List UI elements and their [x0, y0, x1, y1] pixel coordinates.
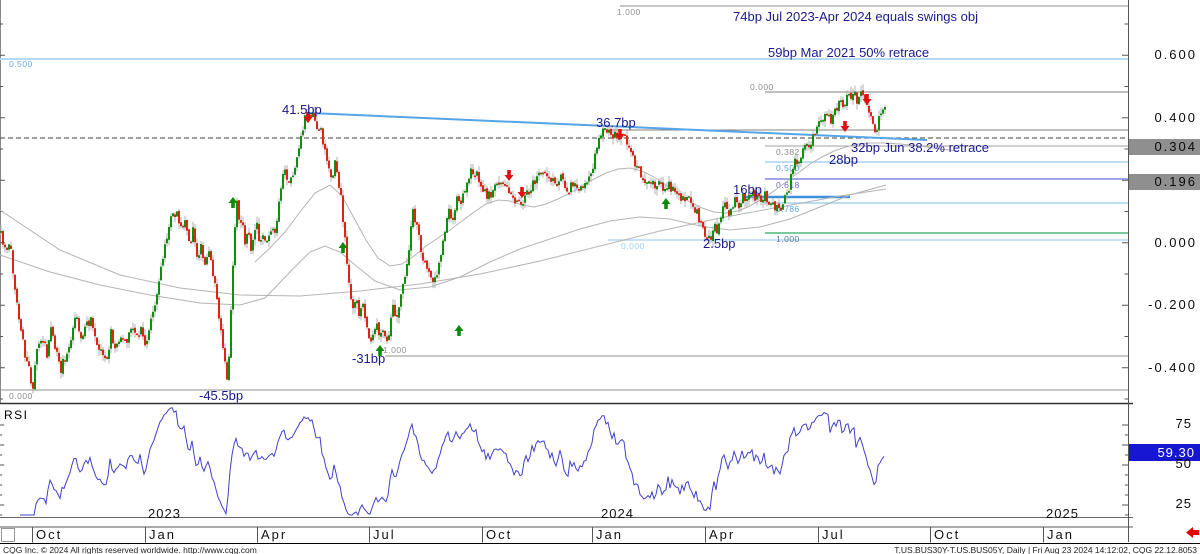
sell-arrow-icon	[863, 94, 872, 105]
corner-resize-box[interactable]	[2, 529, 15, 542]
annotation-label: 36.7bp	[596, 116, 636, 130]
fib-level-label: 1.000	[776, 234, 800, 244]
rsi-panel-title: RSI	[4, 409, 29, 422]
symbol-status-text: T.US.BUS30Y-T.US.BUS05Y, Daily | Fri Aug…	[894, 545, 1197, 554]
rsi-axis-label: 25	[1148, 497, 1192, 511]
candlestick-series	[0, 84, 886, 393]
candle-wicks	[1, 84, 885, 393]
month-axis-label[interactable]: Oct	[486, 528, 512, 542]
year-axis-label: 2023	[148, 507, 181, 521]
rsi-axis-label: 75	[1148, 417, 1192, 431]
year-axis-label: 2024	[601, 507, 634, 521]
annotation-label: 32bp Jun 38.2% retrace	[851, 141, 989, 155]
fib-level-label: 0.500	[9, 59, 33, 69]
year-axis-label: 2025	[1046, 507, 1079, 521]
annotation-label: 16bp	[733, 183, 762, 197]
month-axis-label[interactable]: Jul	[822, 528, 845, 542]
annotation-label: 28bp	[829, 153, 858, 167]
annotation-label: 59bp Mar 2021 50% retrace	[768, 46, 929, 60]
annotation-label: 41.5bp	[282, 103, 322, 117]
fib-level-label: 0.000	[621, 241, 645, 251]
panel-frame	[0, 0, 1133, 542]
month-axis-label[interactable]: Apr	[709, 528, 735, 542]
price-axis-label: 0.196	[1131, 175, 1197, 189]
price-axis-label: -0.400	[1131, 361, 1197, 375]
fib-level-label: 1.000	[383, 345, 407, 355]
buy-arrow-icon	[662, 198, 671, 209]
price-axis-label: 0.304	[1131, 140, 1197, 154]
fib-level-label: 1.000	[617, 7, 641, 17]
month-axis-label[interactable]: Jan	[596, 528, 623, 542]
fib-and-level-lines	[0, 6, 1128, 390]
annotation-label: -45.5bp	[199, 389, 243, 403]
annotation-label: -31bp	[352, 352, 385, 366]
month-axis-label[interactable]: Oct	[36, 528, 62, 542]
annotation-label: 2.5bp	[703, 237, 736, 251]
price-axis-label: 0.600	[1131, 48, 1197, 62]
rsi-line	[20, 408, 884, 515]
price-axis-label: -0.200	[1131, 298, 1197, 312]
sell-arrow-icon	[505, 170, 514, 181]
axis-ticks	[0, 24, 1128, 543]
price-axis-label: 0.000	[1131, 236, 1197, 250]
annotation-label: 74bp Jul 2023-Apr 2024 equals swings obj	[733, 10, 978, 24]
fib-level-label: 0.000	[750, 82, 774, 92]
price-axis-label: 0.400	[1131, 111, 1197, 125]
month-axis-label[interactable]: Apr	[261, 528, 287, 542]
chart-canvas[interactable]: 1.0000.5000.0000.3820.5000.6180.7861.000…	[0, 0, 1200, 554]
month-axis-label[interactable]: Jan	[149, 528, 176, 542]
buy-arrow-icon	[455, 325, 464, 336]
copyright-text: CQG Inc. © 2024 All rights reserved worl…	[3, 545, 257, 554]
month-axis-label[interactable]: Jan	[1047, 528, 1074, 542]
rsi-axis-label: 50	[1148, 457, 1192, 471]
fib-level-label: 0.500	[776, 163, 800, 173]
scroll-left-arrow-icon[interactable]	[1186, 527, 1199, 538]
month-axis-label[interactable]: Jul	[373, 528, 396, 542]
fib-level-label: 0.382	[776, 147, 800, 157]
status-bar: CQG Inc. © 2024 All rights reserved worl…	[0, 543, 1200, 554]
fib-level-label: 0.618	[776, 180, 800, 190]
fib-level-label: 0.000	[9, 391, 33, 401]
cqg-chart-window: 1.0000.5000.0000.3820.5000.6180.7861.000…	[0, 0, 1200, 554]
month-axis-label[interactable]: Oct	[934, 528, 960, 542]
